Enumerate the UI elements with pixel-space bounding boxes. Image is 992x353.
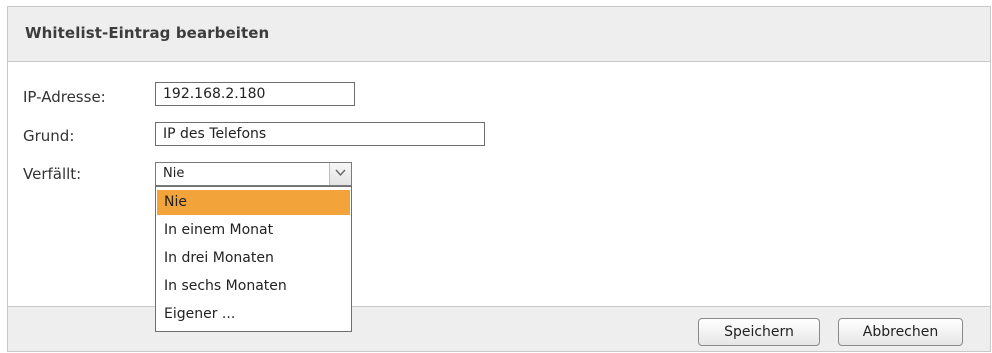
option-in-sechs-monaten[interactable]: In sechs Monaten [157, 274, 350, 299]
dialog-header: Whitelist-Eintrag bearbeiten [8, 7, 990, 62]
reason-field[interactable]: IP des Telefons [155, 122, 485, 146]
option-in-drei-monaten[interactable]: In drei Monaten [157, 246, 350, 271]
expires-select[interactable]: Nie [155, 162, 352, 186]
option-in-einem-monat[interactable]: In einem Monat [157, 218, 350, 243]
expires-dropdown-list: Nie In einem Monat In drei Monaten In se… [155, 186, 352, 332]
cancel-button[interactable]: Abbrechen [838, 318, 963, 346]
ip-address-field[interactable]: 192.168.2.180 [155, 82, 355, 106]
whitelist-edit-dialog: Whitelist-Eintrag bearbeiten IP-Adresse:… [7, 6, 991, 352]
expires-label: Verfällt: [23, 165, 82, 183]
ip-address-label: IP-Adresse: [23, 88, 106, 106]
dialog-title: Whitelist-Eintrag bearbeiten [25, 24, 270, 42]
expires-selected-value: Nie [163, 166, 185, 181]
save-button[interactable]: Speichern [698, 318, 820, 346]
chevron-down-icon[interactable] [329, 163, 351, 185]
option-nie[interactable]: Nie [157, 190, 350, 215]
reason-label: Grund: [23, 127, 75, 145]
option-eigener[interactable]: Eigener ... [157, 302, 350, 327]
